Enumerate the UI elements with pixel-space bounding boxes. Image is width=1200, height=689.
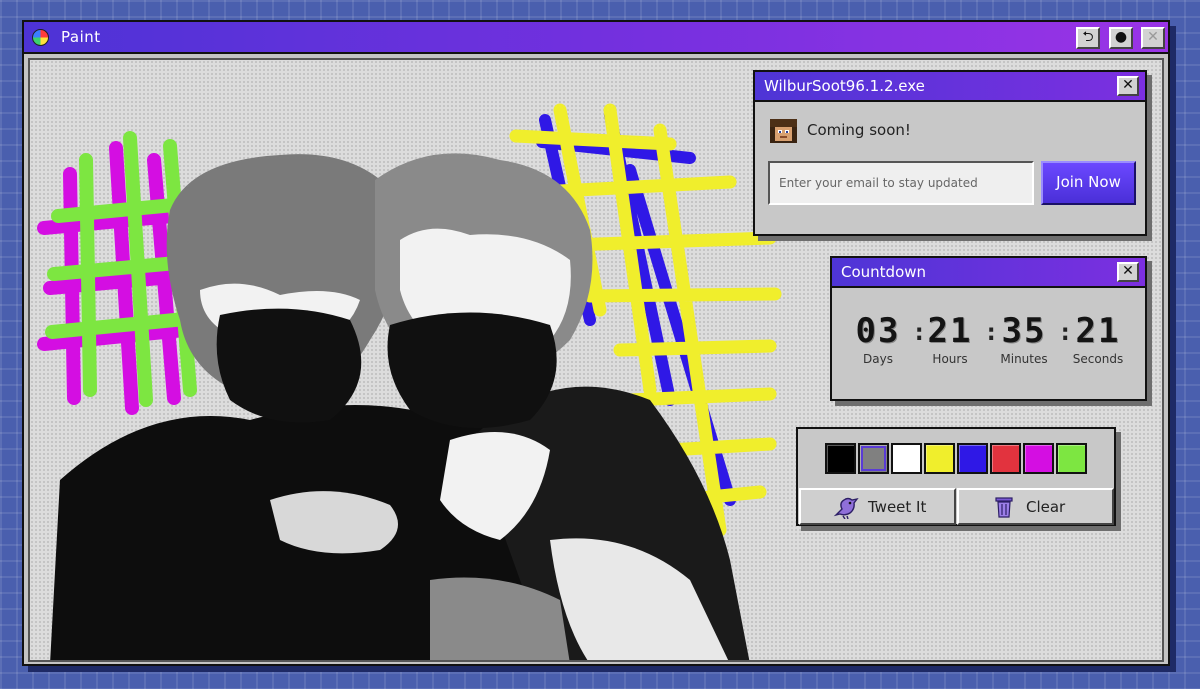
minutes-counter: 35 Minutes <box>996 312 1052 366</box>
color-swatch[interactable] <box>825 443 856 474</box>
color-swatch[interactable] <box>1056 443 1087 474</box>
seconds-value: 21 <box>1075 311 1121 351</box>
palette-panel: Tweet It Clear <box>796 427 1116 526</box>
minutes-value: 35 <box>1001 311 1047 351</box>
days-counter: 03 Days <box>850 312 906 366</box>
clear-label: Clear <box>1026 498 1066 516</box>
hours-counter: 21 Hours <box>922 312 978 366</box>
tweet-it-label: Tweet It <box>868 498 927 516</box>
color-swatch[interactable] <box>957 443 988 474</box>
record-button[interactable]: ● <box>1109 27 1133 49</box>
window-title: Paint <box>61 28 101 46</box>
undo-button[interactable]: ⮌ <box>1076 27 1100 49</box>
hours-label: Hours <box>932 352 968 366</box>
seconds-label: Seconds <box>1072 352 1124 366</box>
countdown-dialog: Countdown ✕ 03 Days : 21 Hours : 35 Minu… <box>830 256 1147 401</box>
signup-title: WilburSoot96.1.2.exe <box>764 77 925 95</box>
email-field[interactable] <box>768 161 1034 205</box>
join-now-button[interactable]: Join Now <box>1041 161 1136 205</box>
paint-app-icon <box>32 29 49 46</box>
color-swatch[interactable] <box>1023 443 1054 474</box>
paint-titlebar[interactable]: Paint ⮌ ● ✕ <box>24 22 1168 54</box>
color-swatch[interactable] <box>924 443 955 474</box>
days-value: 03 <box>855 311 901 351</box>
seconds-counter: 21 Seconds <box>1070 312 1126 366</box>
bird-icon <box>833 497 859 519</box>
days-label: Days <box>863 352 893 366</box>
avatar-icon <box>770 119 797 143</box>
minutes-label: Minutes <box>1000 352 1048 366</box>
trash-icon <box>995 497 1013 518</box>
countdown-close-button[interactable]: ✕ <box>1117 262 1139 282</box>
clear-button[interactable]: Clear <box>957 488 1114 525</box>
status-text: Coming soon! <box>807 121 911 139</box>
hours-value: 21 <box>927 311 973 351</box>
tweet-it-button[interactable]: Tweet It <box>799 488 956 525</box>
window-close-button[interactable]: ✕ <box>1141 27 1165 49</box>
color-swatches <box>825 443 1089 475</box>
color-swatch[interactable] <box>891 443 922 474</box>
signup-close-button[interactable]: ✕ <box>1117 76 1139 96</box>
color-swatch[interactable] <box>990 443 1021 474</box>
countdown-titlebar[interactable]: Countdown ✕ <box>832 258 1145 288</box>
color-swatch[interactable] <box>858 443 889 474</box>
countdown-title: Countdown <box>841 263 927 281</box>
signup-titlebar[interactable]: WilburSoot96.1.2.exe ✕ <box>755 72 1145 102</box>
signup-dialog: WilburSoot96.1.2.exe ✕ Coming soon! Join… <box>753 70 1147 236</box>
